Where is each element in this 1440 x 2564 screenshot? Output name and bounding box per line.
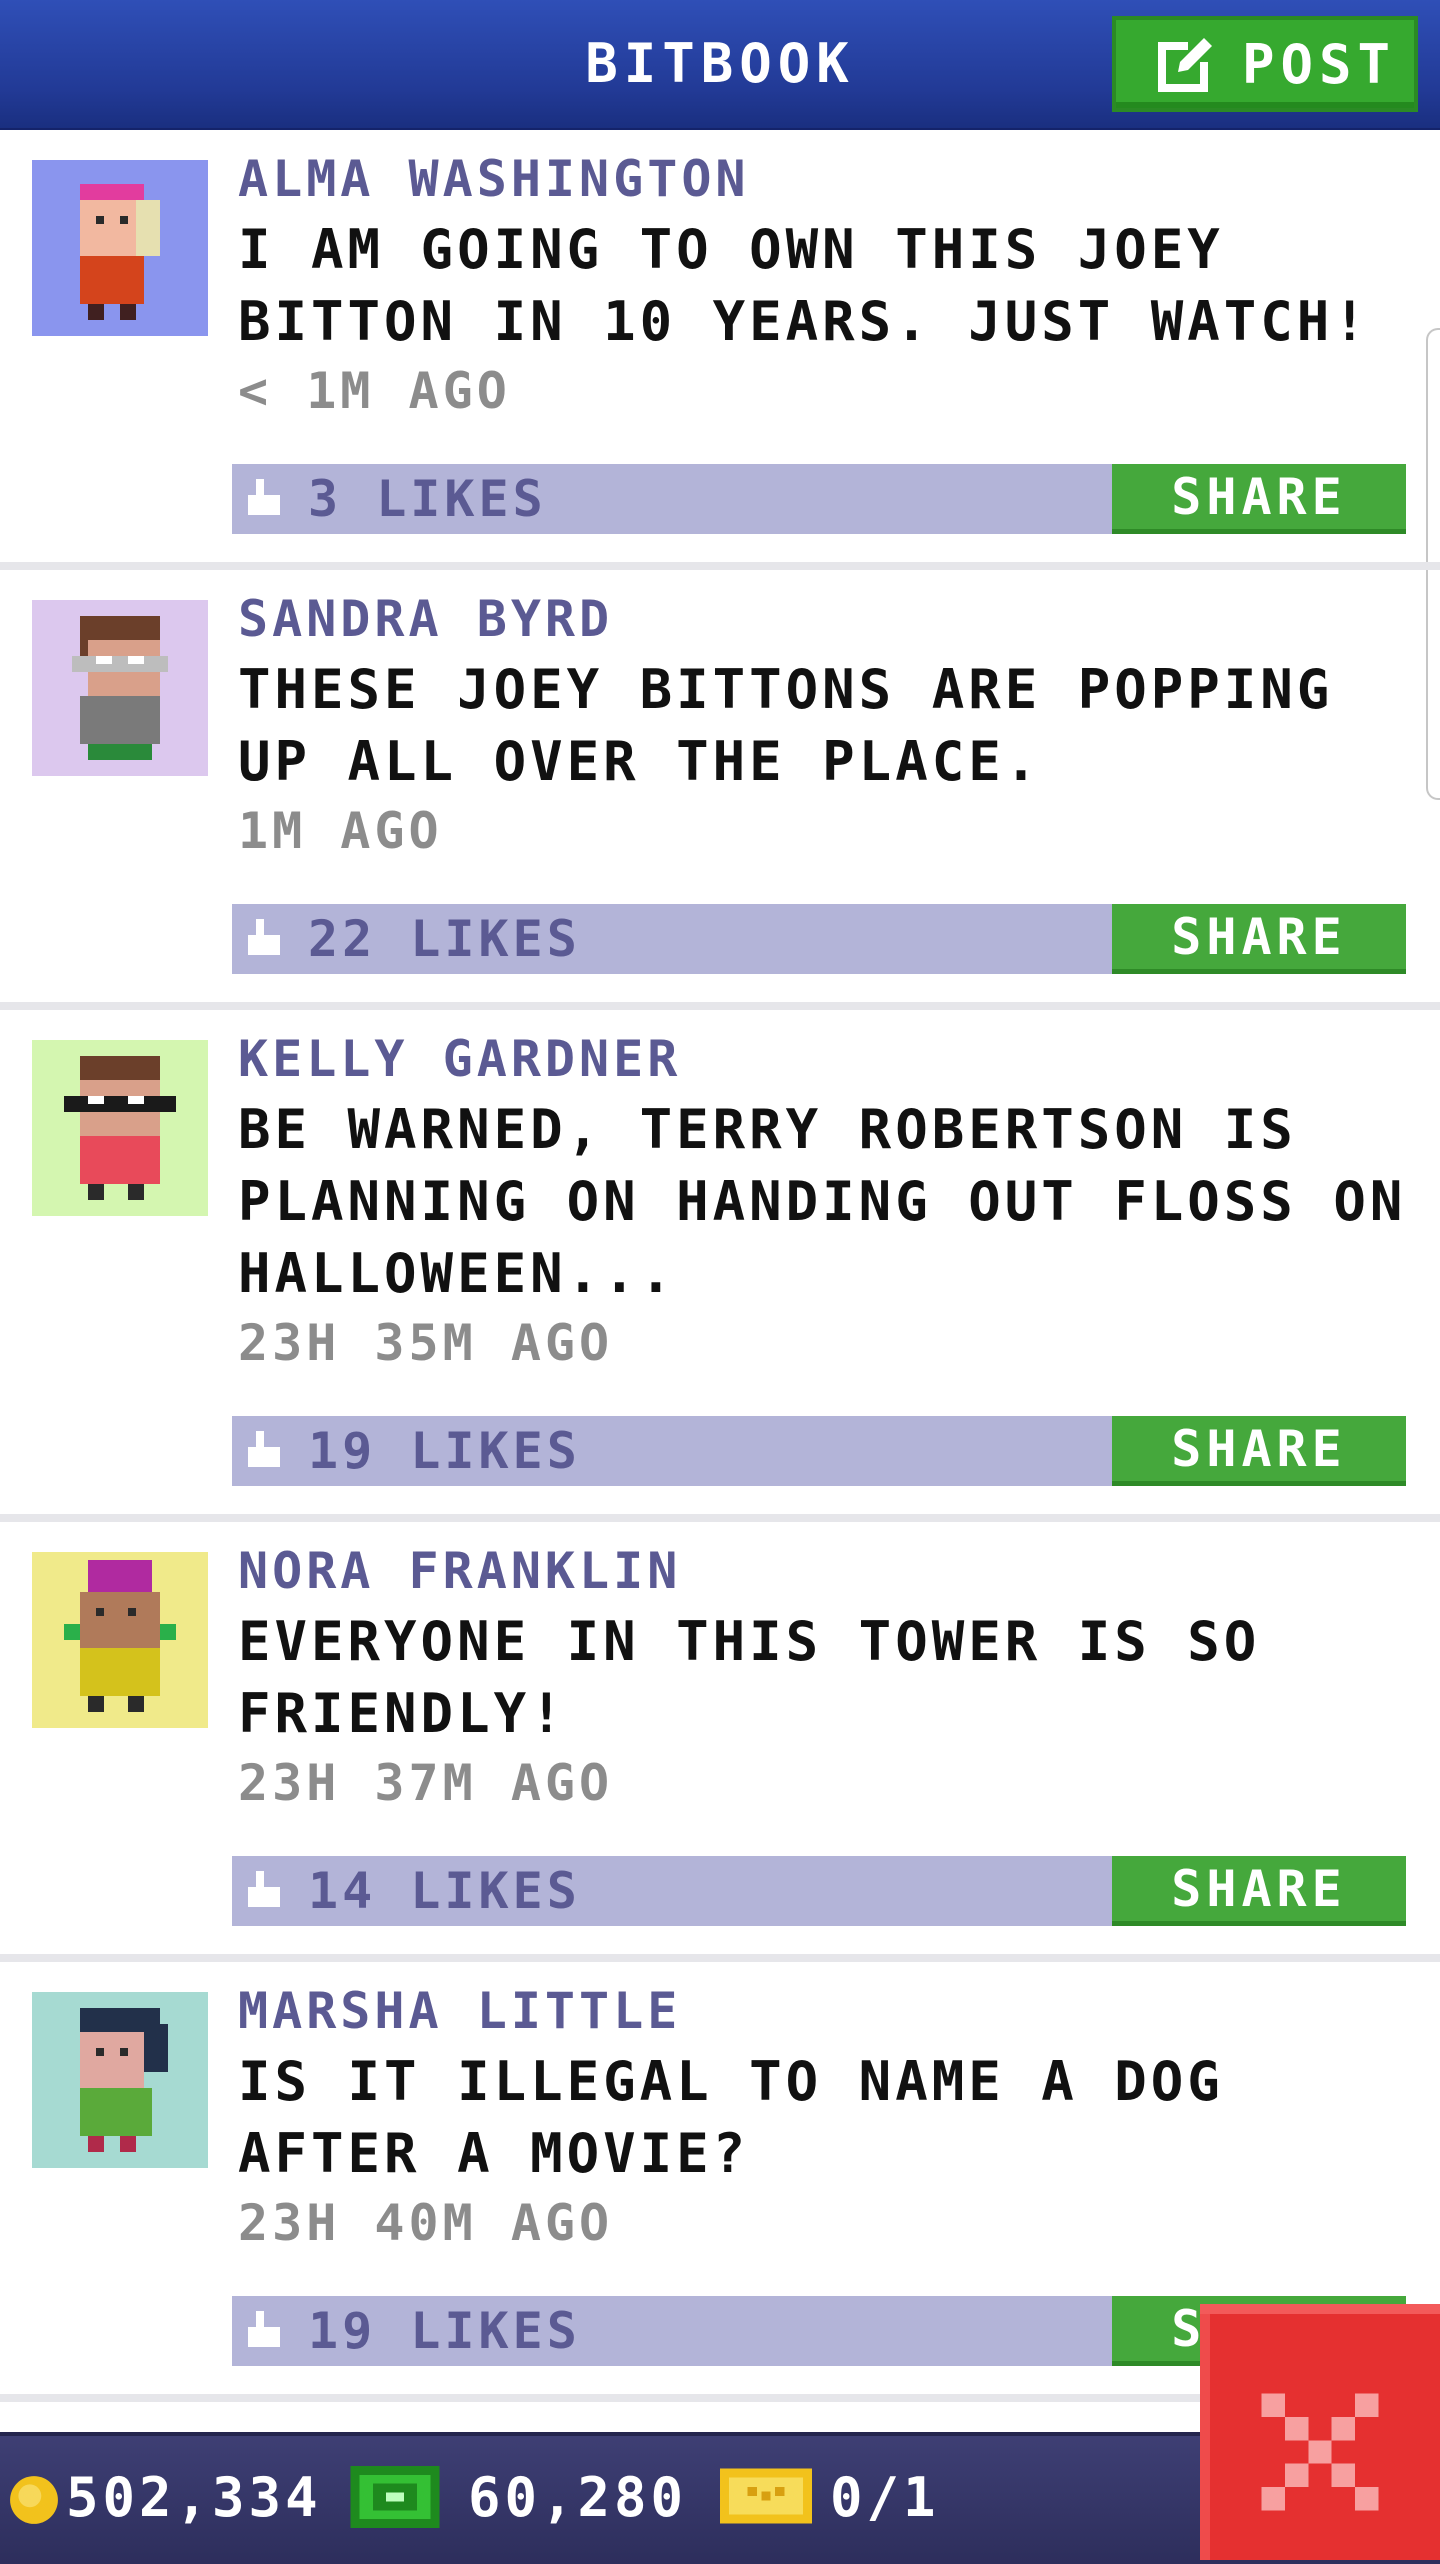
avatar[interactable] [32,1040,208,1216]
thumbs-up-icon[interactable] [244,1870,284,1912]
app-header: BITBOOK POST [0,0,1440,130]
author-name[interactable]: SANDRA BYRD [238,590,613,648]
feed-post: ALMA WASHINGTON I AM GOING TO OWN THIS J… [0,130,1440,570]
avatar[interactable] [32,600,208,776]
divider [0,562,1440,570]
close-icon[interactable] [1250,2382,1390,2522]
thumbs-up-icon[interactable] [244,2310,284,2352]
like-count: 14 LIKES [308,1862,581,1920]
bux-count: 60,280 [468,2466,688,2529]
post-timestamp: 23H 40M AGO [238,2194,614,2252]
like-bar[interactable]: 14 LIKES SHARE [232,1856,1406,1926]
author-name[interactable]: ALMA WASHINGTON [238,150,750,208]
thumbs-up-icon[interactable] [244,918,284,960]
author-name[interactable]: KELLY GARDNER [238,1030,681,1088]
like-bar[interactable]: 19 LIKES SHARE [232,1416,1406,1486]
share-button[interactable]: SHARE [1112,464,1406,534]
post-message: EVERYONE IN THIS TOWER IS SO FRIENDLY! [238,1610,1261,1745]
divider [0,1002,1440,1010]
golden-ticket-icon [720,2468,812,2524]
post-button-label: POST [1242,32,1397,96]
coin-icon [10,2476,58,2524]
post-timestamp: 23H 37M AGO [238,1754,614,1812]
share-button[interactable]: SHARE [1112,1416,1406,1486]
thumbs-up-icon[interactable] [244,1430,284,1472]
avatar[interactable] [32,160,208,336]
edit-icon [1158,38,1212,92]
post-message: THESE JOEY BITTONS ARE POPPING UP ALL OV… [238,658,1334,793]
share-button[interactable]: SHARE [1112,1856,1406,1926]
coin-count: 502,334 [66,2466,322,2529]
post-timestamp: 23H 35M AGO [238,1314,614,1372]
bitbux-icon [350,2466,440,2528]
author-name[interactable]: NORA FRANKLIN [238,1542,681,1600]
avatar[interactable] [32,1552,208,1728]
divider [0,1954,1440,1962]
like-count: 19 LIKES [308,2302,581,2360]
like-bar[interactable]: 22 LIKES SHARE [232,904,1406,974]
post-message: IS IT ILLEGAL TO NAME A DOG AFTER A MOVI… [238,2050,1224,2185]
post-button[interactable]: POST [1112,16,1418,112]
feed-post: KELLY GARDNER BE WARNED, TERRY ROBERTSON… [0,1010,1440,1522]
post-timestamp: < 1M AGO [238,362,511,420]
post-message: I AM GOING TO OWN THIS JOEY BITTON IN 10… [238,218,1370,353]
feed: ALMA WASHINGTON I AM GOING TO OWN THIS J… [0,130,1440,2402]
like-bar[interactable]: 3 LIKES SHARE [232,464,1406,534]
like-count: 22 LIKES [308,910,581,968]
thumbs-up-icon[interactable] [244,478,284,520]
share-button[interactable]: SHARE [1112,904,1406,974]
like-count: 3 LIKES [308,470,547,528]
feed-post: SANDRA BYRD THESE JOEY BITTONS ARE POPPI… [0,570,1440,1010]
post-timestamp: 1M AGO [238,802,443,860]
ticket-count: 0/1 [830,2466,940,2529]
like-count: 19 LIKES [308,1422,581,1480]
feed-post: NORA FRANKLIN EVERYONE IN THIS TOWER IS … [0,1522,1440,1962]
avatar[interactable] [32,1992,208,2168]
author-name[interactable]: MARSHA LITTLE [238,1982,681,2040]
divider [0,1514,1440,1522]
close-button[interactable] [1200,2304,1440,2560]
post-message: BE WARNED, TERRY ROBERTSON IS PLANNING O… [238,1098,1407,1305]
